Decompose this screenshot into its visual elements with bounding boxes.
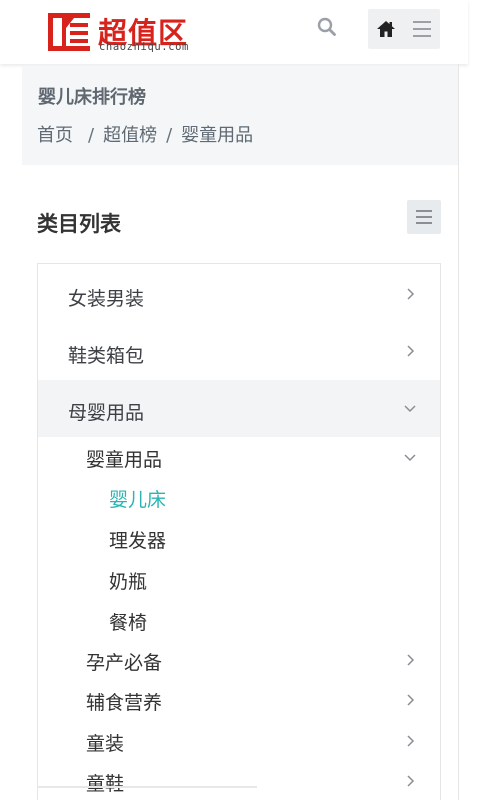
- category-label: 奶瓶: [109, 571, 148, 593]
- page-title: 婴儿床排行榜: [38, 87, 146, 108]
- home-icon[interactable]: [376, 19, 396, 39]
- leaf-item-crib[interactable]: 婴儿床: [38, 477, 440, 517]
- logo-domain: chaozhiqu.com: [99, 41, 189, 53]
- leaf-item-high-chair[interactable]: 餐椅: [38, 600, 440, 640]
- chevron-right-icon: [407, 775, 415, 787]
- menu-bar: [416, 222, 432, 224]
- breadcrumb-separator: /: [88, 125, 95, 146]
- top-header: 超值区 chaozhiqu.com: [0, 0, 468, 64]
- category-label: 婴童用品: [86, 449, 163, 471]
- chevron-right-icon: [407, 654, 415, 666]
- category-label: 童鞋: [86, 773, 125, 795]
- category-label: 童装: [86, 733, 125, 755]
- chevron-right-icon: [407, 694, 415, 706]
- category-item-women-men[interactable]: 女装男装: [38, 266, 440, 323]
- menu-bar: [413, 28, 431, 30]
- chevron-down-icon: [404, 454, 416, 462]
- category-item-shoes-bags[interactable]: 鞋类箱包: [38, 323, 440, 380]
- category-label: 孕产必备: [86, 652, 163, 674]
- menu-bar: [413, 35, 431, 37]
- site-logo[interactable]: 超值区 chaozhiqu.com: [46, 10, 206, 56]
- breadcrumb: 首页 / 超值榜 / 婴童用品: [37, 121, 253, 147]
- subcategory-item-kids-clothing[interactable]: 童装: [38, 721, 440, 761]
- category-label: 理发器: [109, 530, 167, 552]
- subcategory-item-pregnancy[interactable]: 孕产必备: [38, 640, 440, 680]
- subcategory-item-baby-goods[interactable]: 婴童用品: [38, 437, 440, 477]
- breadcrumb-panel: 婴儿床排行榜 首页 / 超值榜 / 婴童用品: [22, 66, 458, 165]
- subcategory-item-kids-shoes[interactable]: 童鞋: [38, 761, 440, 800]
- category-menu-toggle-icon[interactable]: [407, 200, 441, 234]
- category-label: 鞋类箱包: [68, 345, 145, 367]
- scroll-edge: [37, 786, 257, 788]
- leaf-item-bottle[interactable]: 奶瓶: [38, 559, 440, 599]
- breadcrumb-home-link[interactable]: 首页: [37, 125, 73, 146]
- category-label: 辅食营养: [86, 692, 163, 714]
- category-label: 女装男装: [68, 288, 145, 310]
- chevron-down-icon: [404, 405, 416, 413]
- divider: [458, 64, 459, 800]
- category-label: 母婴用品: [68, 402, 145, 424]
- menu-bar: [416, 216, 432, 218]
- breadcrumb-ranking-link[interactable]: 超值榜: [103, 125, 157, 146]
- category-list-title: 类目列表: [37, 212, 121, 236]
- logo-mark-icon: [48, 13, 90, 51]
- menu-bar: [413, 21, 431, 23]
- chevron-right-icon: [407, 288, 415, 300]
- category-label: 婴儿床: [109, 489, 167, 511]
- category-item-maternity[interactable]: 母婴用品: [38, 380, 440, 437]
- nav-actions: [368, 9, 440, 49]
- chevron-right-icon: [407, 345, 415, 357]
- search-icon[interactable]: [316, 16, 338, 38]
- leaf-item-hair-clipper[interactable]: 理发器: [38, 518, 440, 558]
- menu-bar: [416, 210, 432, 212]
- page: 超值区 chaozhiqu.com 婴儿床排行榜 首页 / 超值榜 / 婴童用品: [0, 0, 480, 800]
- subcategory-item-baby-food[interactable]: 辅食营养: [38, 680, 440, 720]
- breadcrumb-separator: /: [166, 125, 173, 146]
- category-list: 女装男装 鞋类箱包 母婴用品 婴童用品 婴儿床 理发器 奶瓶 餐椅 孕产必备 辅…: [37, 263, 441, 800]
- chevron-right-icon: [407, 735, 415, 747]
- breadcrumb-current[interactable]: 婴童用品: [181, 125, 253, 146]
- hamburger-menu-icon[interactable]: [413, 21, 431, 39]
- category-label: 餐椅: [109, 612, 148, 634]
